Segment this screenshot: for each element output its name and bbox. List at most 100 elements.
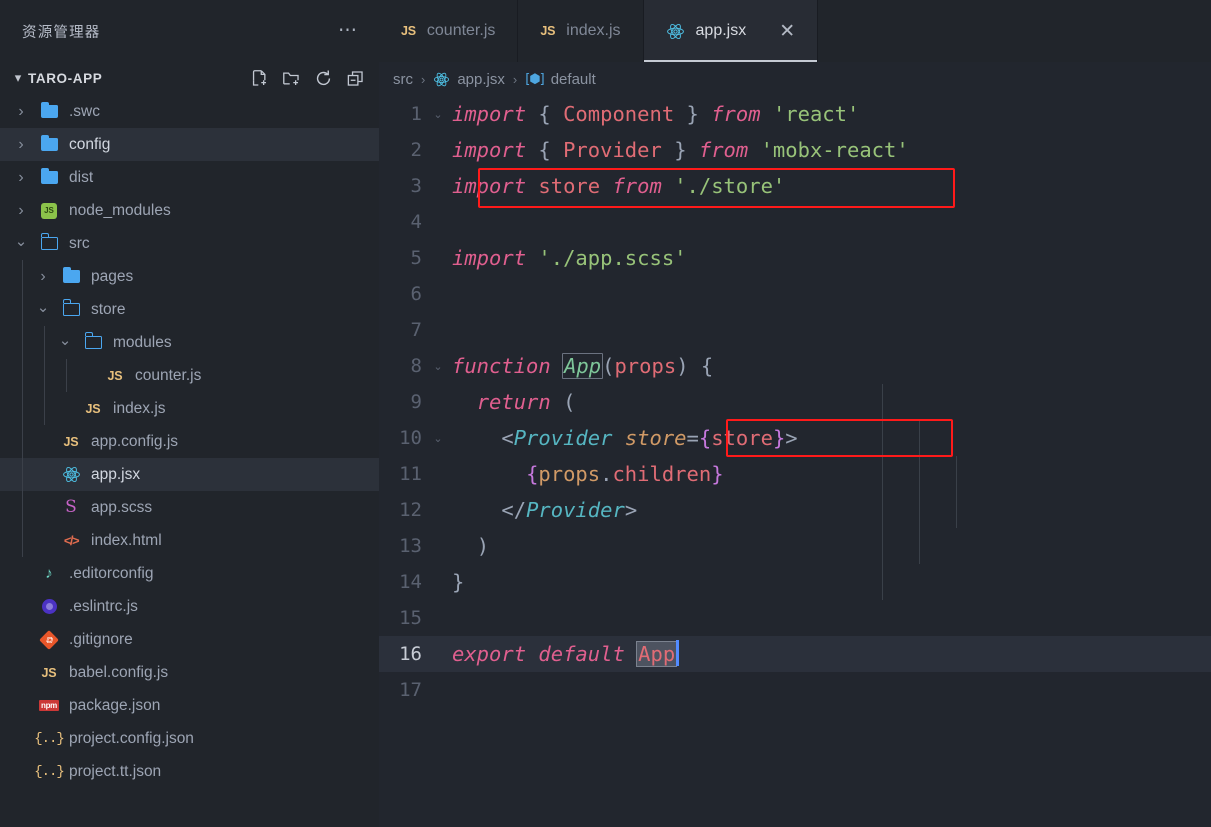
code-text: {props.children}: [452, 456, 724, 492]
chevron-right-icon[interactable]: ›: [8, 103, 34, 121]
tree-item-app-scss[interactable]: Sapp.scss: [0, 491, 379, 524]
code-text: }: [452, 564, 464, 600]
tab-file-icon: JS: [540, 24, 555, 38]
file-type-icon: [78, 332, 108, 349]
line-number: 6: [410, 283, 422, 305]
code-line-6[interactable]: 6: [379, 276, 1211, 312]
file-type-icon: [56, 465, 86, 484]
tab-app-jsx[interactable]: app.jsx ✕: [643, 0, 819, 62]
editor-area: JS counter.js JS index.js app.jsx ✕ src › app.j…: [379, 0, 1211, 827]
chevron-right-icon[interactable]: ›: [30, 268, 56, 286]
indent-guide: [22, 491, 23, 524]
chevron-right-icon[interactable]: ›: [8, 136, 34, 154]
tree-item-app-jsx[interactable]: app.jsx: [0, 458, 379, 491]
breadcrumb-item-src[interactable]: src: [393, 71, 413, 88]
tree-item--editorconfig[interactable]: ♪ .editorconfig: [0, 557, 379, 590]
code-line-5[interactable]: 5 import './app.scss': [379, 240, 1211, 276]
tree-item-index-html[interactable]: </> index.html: [0, 524, 379, 557]
tree-item-project-config-json[interactable]: {..} project.config.json: [0, 722, 379, 755]
token: .: [600, 462, 613, 486]
new-file-icon[interactable]: [250, 69, 269, 88]
close-icon[interactable]: ✕: [779, 21, 795, 41]
fold-chevron-icon[interactable]: ⌄: [424, 432, 452, 445]
folder-open-icon: [84, 332, 102, 349]
tree-item-store[interactable]: ⌄ store: [0, 293, 379, 326]
tree-item-label: modules: [113, 333, 172, 351]
workspace-root-row[interactable]: ▾ TARO-APP: [0, 62, 379, 94]
tree-item--swc[interactable]: › .swc: [0, 95, 379, 128]
tree-item--eslintrc-js[interactable]: .eslintrc.js: [0, 590, 379, 623]
breadcrumb-item-default[interactable]: [⬢] default: [525, 71, 596, 88]
code-line-10[interactable]: 10 ⌄ <Provider store={store}>: [379, 420, 1211, 456]
code-line-2[interactable]: 2 import { Provider } from 'mobx-react': [379, 132, 1211, 168]
tree-item-pages[interactable]: › pages: [0, 260, 379, 293]
code-line-8[interactable]: 8 ⌄ function App(props) {: [379, 348, 1211, 384]
collapse-all-icon[interactable]: [346, 69, 365, 88]
explorer-header: 资源管理器 ⋯: [0, 0, 379, 62]
js-file-icon: JS: [540, 24, 556, 38]
code-line-7[interactable]: 7: [379, 312, 1211, 348]
node-modules-icon: JS: [41, 202, 57, 219]
tab-index-js[interactable]: JS index.js: [518, 0, 644, 62]
tree-item-project-tt-json[interactable]: {..} project.tt.json: [0, 755, 379, 788]
tree-item-label: counter.js: [135, 366, 202, 384]
code-editor[interactable]: 1 ⌄ import { Component } from 'react' 2 impo…: [379, 96, 1211, 827]
fold-chevron-icon[interactable]: ⌄: [424, 360, 452, 373]
breadcrumb-item-app.jsx[interactable]: app.jsx: [433, 71, 505, 88]
fold-chevron-icon[interactable]: ⌄: [424, 108, 452, 121]
indent-guide: [22, 392, 23, 425]
indent-guide: [44, 392, 45, 425]
breadcrumb: src › app.jsx › [⬢] default: [379, 62, 1211, 96]
line-number: 13: [399, 535, 422, 557]
chevron-right-icon[interactable]: ›: [8, 202, 34, 220]
react-icon: [433, 71, 450, 88]
npm-file-icon: npm: [39, 700, 59, 711]
chevron-right-icon[interactable]: ›: [8, 169, 34, 187]
line-number: 9: [410, 391, 422, 413]
folder-icon: [40, 167, 58, 184]
token: =: [686, 426, 699, 450]
ellipsis-icon[interactable]: ⋯: [336, 21, 361, 40]
chevron-down-icon[interactable]: ▾: [8, 70, 28, 86]
tree-item-label: store: [91, 300, 126, 318]
tree-item-counter-js[interactable]: JS counter.js: [0, 359, 379, 392]
code-line-9[interactable]: 9 return (: [379, 384, 1211, 420]
code-line-4[interactable]: 4: [379, 204, 1211, 240]
tree-item-dist[interactable]: › dist: [0, 161, 379, 194]
chevron-down-icon[interactable]: ⌄: [30, 298, 56, 322]
code-line-13[interactable]: 13 ): [379, 528, 1211, 564]
indent-guide: [22, 425, 23, 458]
code-line-12[interactable]: 12 </Provider>: [379, 492, 1211, 528]
code-line-3[interactable]: 3 import store from './store': [379, 168, 1211, 204]
refresh-icon[interactable]: [314, 69, 333, 88]
code-line-1[interactable]: 1 ⌄ import { Component } from 'react': [379, 96, 1211, 132]
tree-item-babel-config-js[interactable]: JS babel.config.js: [0, 656, 379, 689]
tree-item-modules[interactable]: ⌄ modules: [0, 326, 379, 359]
code-line-11[interactable]: 11 {props.children}: [379, 456, 1211, 492]
file-type-icon: JS: [34, 666, 64, 680]
line-number: 11: [399, 463, 422, 485]
tree-item--gitignore[interactable]: ⧉ .gitignore: [0, 623, 379, 656]
tree-item-app-config-js[interactable]: JS app.config.js: [0, 425, 379, 458]
editorconfig-icon: ♪: [45, 565, 53, 582]
token: {: [698, 426, 712, 450]
tree-item-config[interactable]: › config: [0, 128, 379, 161]
tab-file-icon: JS: [401, 24, 416, 38]
code-line-17[interactable]: 17: [379, 672, 1211, 708]
code-line-15[interactable]: 15: [379, 600, 1211, 636]
tab-counter-js[interactable]: JS counter.js: [379, 0, 519, 62]
line-number: 15: [399, 607, 422, 629]
new-folder-icon[interactable]: [282, 69, 301, 88]
code-line-14[interactable]: 14}: [379, 564, 1211, 600]
chevron-down-icon[interactable]: ⌄: [8, 232, 34, 256]
tree-item-index-js[interactable]: JS index.js: [0, 392, 379, 425]
tree-item-src[interactable]: ⌄ src: [0, 227, 379, 260]
code-line-16[interactable]: 16 export default App: [379, 636, 1211, 672]
code-text: <Provider store={store}>: [452, 420, 797, 456]
chevron-down-icon[interactable]: ⌄: [52, 331, 78, 355]
tree-item-package-json[interactable]: npm package.json: [0, 689, 379, 722]
tree-item-node-modules[interactable]: › JS node_modules: [0, 194, 379, 227]
